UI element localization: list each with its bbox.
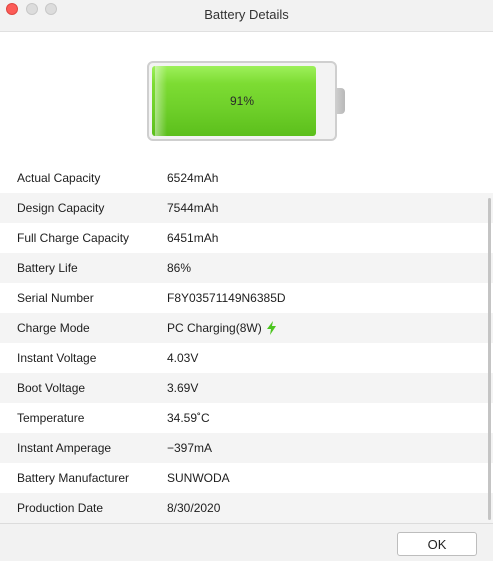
detail-value: 6524mAh bbox=[167, 163, 218, 193]
detail-label: Design Capacity bbox=[17, 201, 105, 215]
detail-row: Instant Amperage −397mA bbox=[0, 433, 493, 463]
detail-value-text: 6451mAh bbox=[167, 231, 219, 245]
detail-value-text: 7544mAh bbox=[167, 201, 219, 215]
detail-value-text: 34.59˚C bbox=[167, 411, 210, 425]
detail-value-text: −397mA bbox=[167, 441, 213, 455]
detail-value-text: 6524mAh bbox=[167, 171, 219, 185]
detail-label: Instant Voltage bbox=[17, 351, 97, 365]
detail-row: Full Charge Capacity 6451mAh bbox=[0, 223, 493, 253]
detail-label: Actual Capacity bbox=[17, 171, 101, 185]
detail-value-text: F8Y03571149N6385D bbox=[167, 291, 286, 305]
detail-label: Battery Life bbox=[17, 261, 78, 275]
battery-percent: 91% bbox=[229, 94, 255, 108]
detail-label: Temperature bbox=[17, 411, 85, 425]
detail-row: Boot Voltage 3.69V bbox=[0, 373, 493, 403]
detail-value-text: 3.69V bbox=[167, 381, 199, 395]
detail-row: Production Date 8/30/2020 bbox=[0, 493, 493, 523]
detail-value: 7544mAh bbox=[167, 193, 218, 223]
detail-value-text: 8/30/2020 bbox=[167, 501, 221, 515]
detail-value-text: PC Charging(8W) bbox=[167, 321, 262, 335]
scrollbar[interactable] bbox=[488, 198, 491, 520]
detail-label: Charge Mode bbox=[17, 321, 90, 335]
detail-value: 86% bbox=[167, 253, 191, 283]
detail-value-text: SUNWODA bbox=[167, 471, 230, 485]
battery-details-table: Actual Capacity 6524mAh Design Capacity 754… bbox=[0, 163, 493, 523]
detail-value: SUNWODA bbox=[167, 463, 230, 493]
detail-row: Battery Manufacturer SUNWODA bbox=[0, 463, 493, 493]
detail-value: 4.03V bbox=[167, 343, 198, 373]
detail-row: Instant Voltage 4.03V bbox=[0, 343, 493, 373]
detail-label: Serial Number bbox=[17, 291, 94, 305]
detail-row: Design Capacity 7544mAh bbox=[0, 193, 493, 223]
detail-value: 34.59˚C bbox=[167, 403, 210, 433]
window-title: Battery Details bbox=[204, 7, 289, 22]
detail-label: Boot Voltage bbox=[17, 381, 86, 395]
title-bar: Battery Details bbox=[0, 0, 493, 32]
detail-row: Serial Number F8Y03571149N6385D bbox=[0, 283, 493, 313]
detail-label: Battery Manufacturer bbox=[17, 471, 130, 485]
detail-row: Battery Life 86% bbox=[0, 253, 493, 283]
detail-value: F8Y03571149N6385D bbox=[167, 283, 286, 313]
detail-value-text: 4.03V bbox=[167, 351, 199, 365]
detail-value: 8/30/2020 bbox=[167, 493, 220, 523]
detail-value: 3.69V bbox=[167, 373, 198, 403]
detail-row: Charge Mode PC Charging(8W) bbox=[0, 313, 493, 343]
battery-details-window: Battery Details 91% Actual Capacity 6524m… bbox=[0, 0, 493, 561]
detail-label: Production Date bbox=[17, 501, 104, 515]
charging-bolt-icon bbox=[266, 320, 276, 335]
ok-button[interactable]: OK bbox=[397, 532, 477, 556]
detail-value: 6451mAh bbox=[167, 223, 218, 253]
detail-row: Actual Capacity 6524mAh bbox=[0, 163, 493, 193]
detail-value: −397mA bbox=[167, 433, 212, 463]
detail-value-text: 86% bbox=[167, 261, 192, 275]
battery-graphic-area: 91% bbox=[0, 33, 493, 163]
detail-label: Full Charge Capacity bbox=[17, 231, 130, 245]
detail-value: PC Charging(8W) bbox=[167, 313, 276, 343]
detail-row: Temperature 34.59˚C bbox=[0, 403, 493, 433]
dialog-footer: OK bbox=[0, 523, 493, 561]
detail-label: Instant Amperage bbox=[17, 441, 112, 455]
